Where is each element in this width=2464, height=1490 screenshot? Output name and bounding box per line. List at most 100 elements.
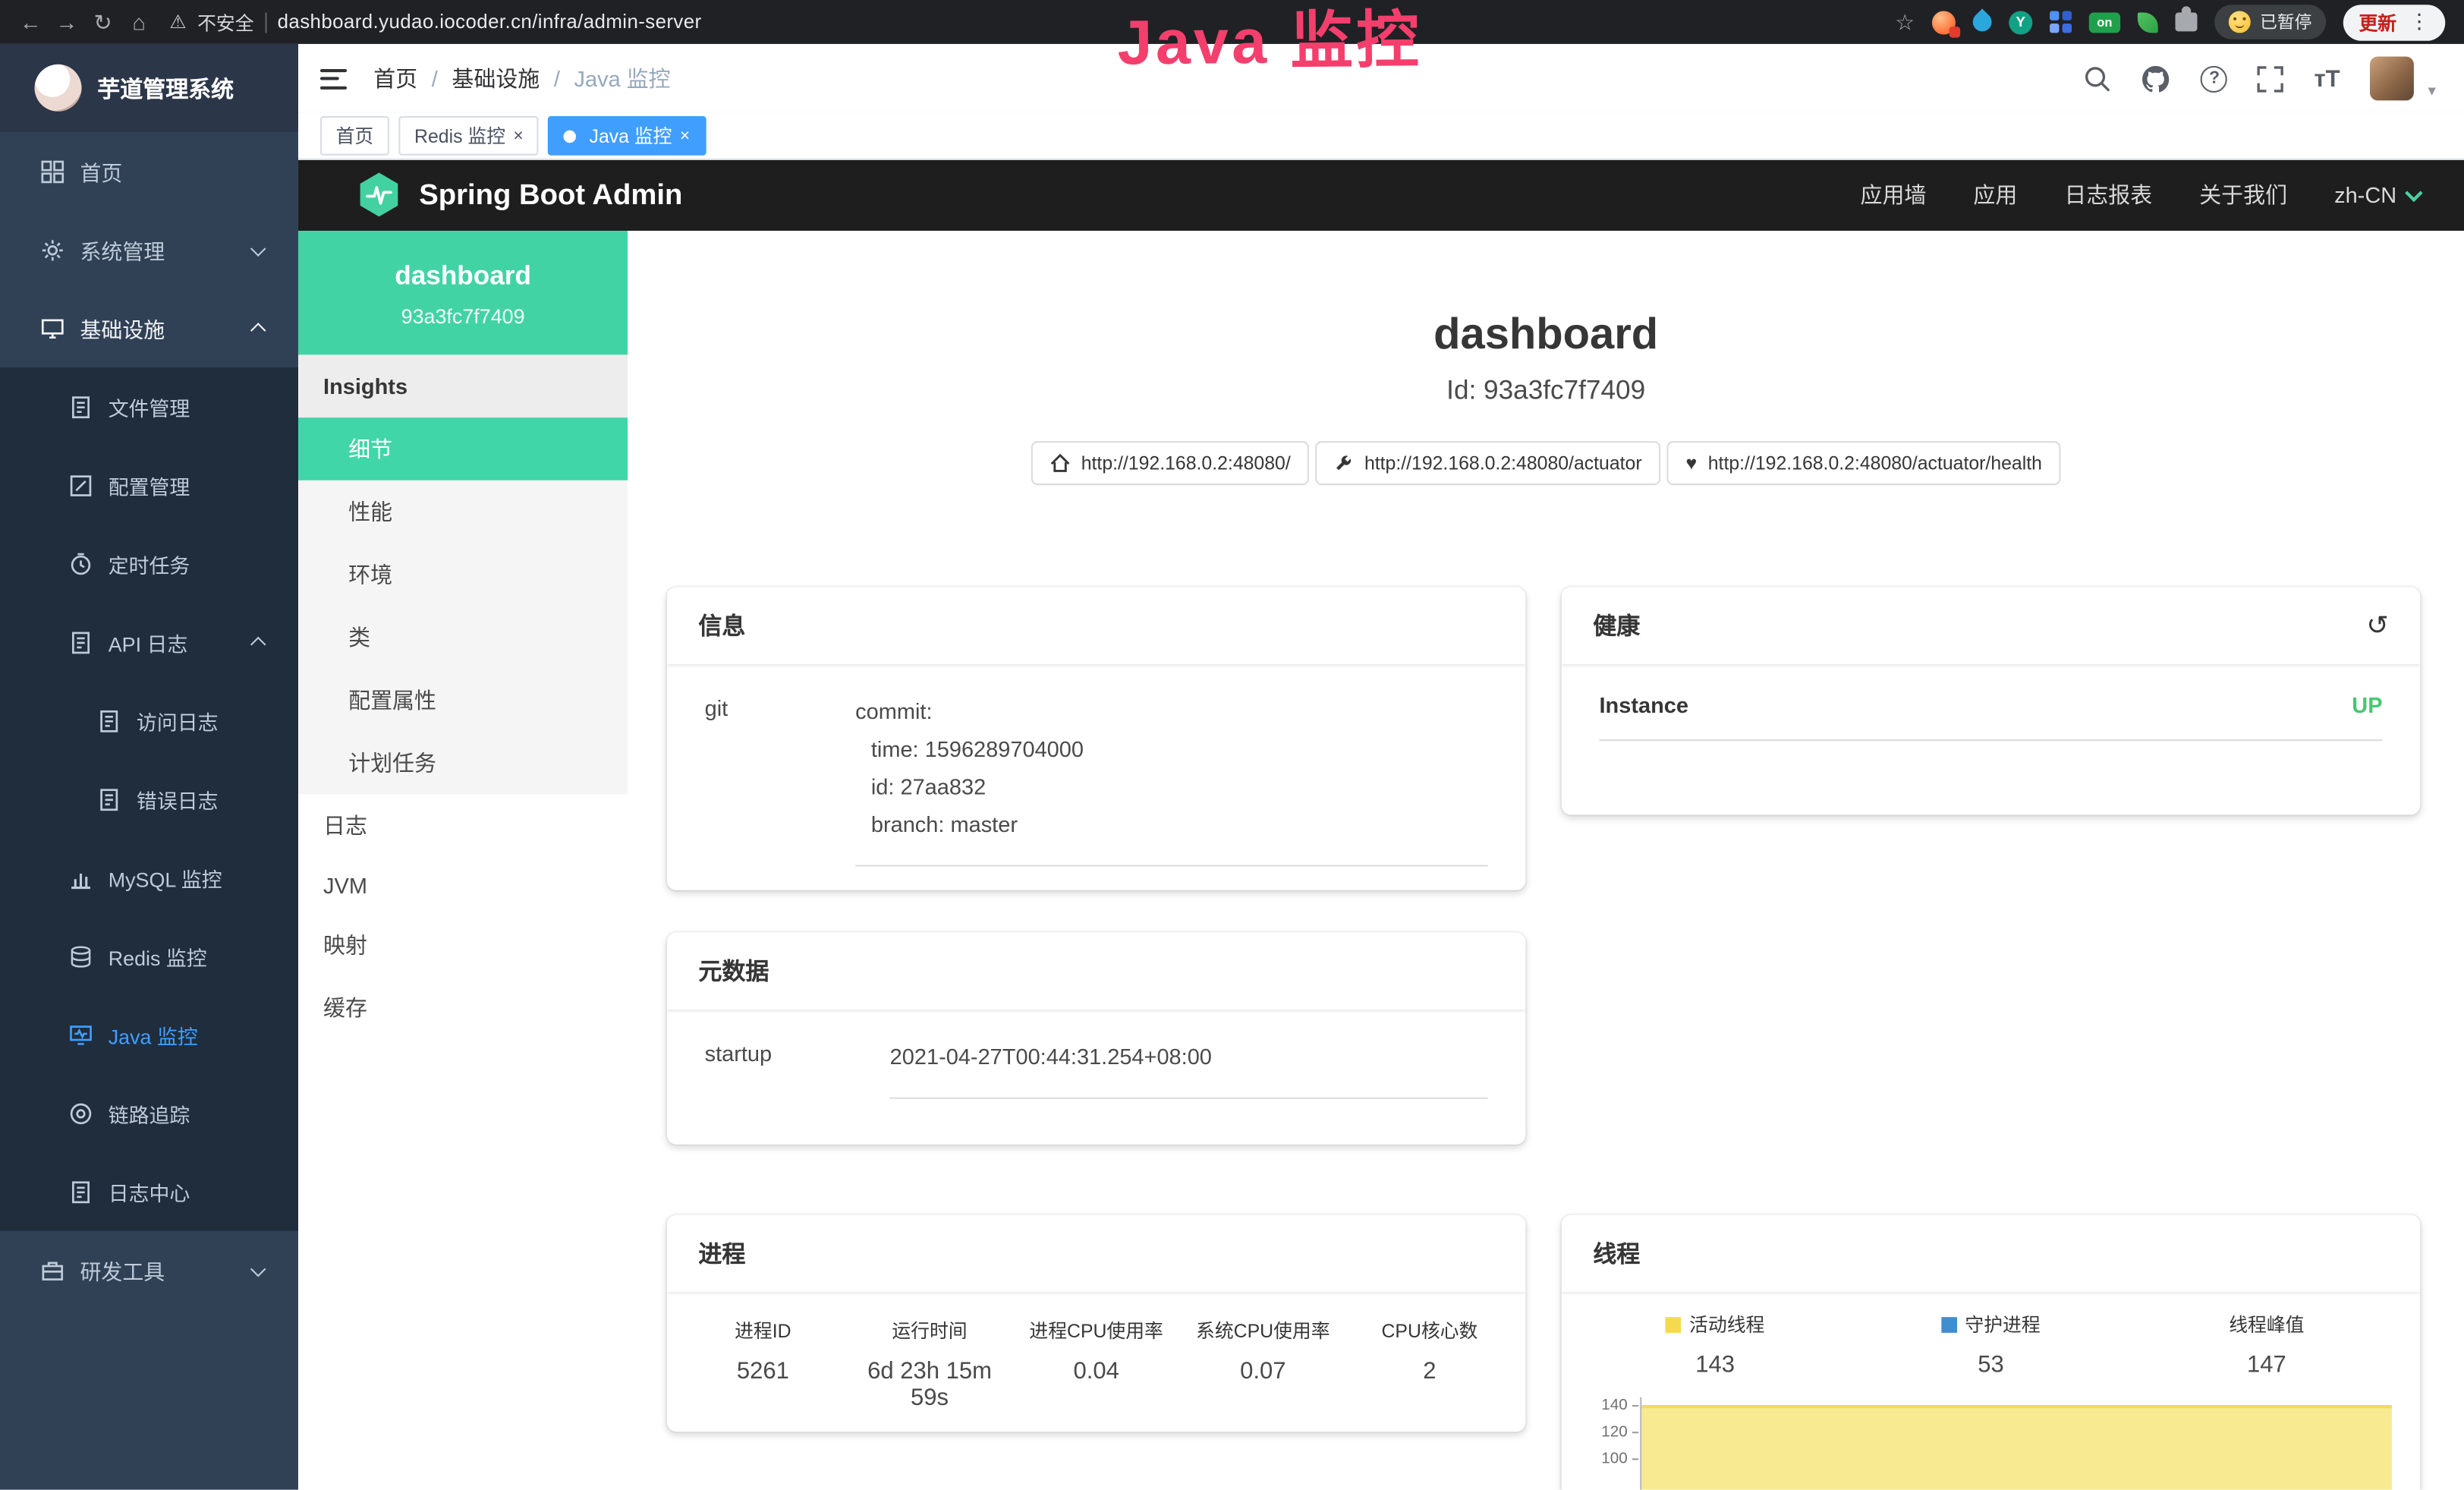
sba-nav-journal[interactable]: 日志报表 [2064,179,2152,210]
sba-nav-wallboard[interactable]: 应用墙 [1860,179,1926,210]
sidebar-item-label: 访问日志 [137,706,219,736]
home-icon [1049,454,1070,473]
browser-menu-icon[interactable]: ⋮ [2409,9,2430,34]
metadata-value: 2021-04-27T00:44:31.254+08:00 [890,1038,1488,1099]
sba-item-mappings[interactable]: 映射 [298,914,628,977]
sidebar-item-label: 日志中心 [109,1177,190,1206]
sba-nav-applications[interactable]: 应用 [1973,179,2017,210]
sidebar-item-label: 文件管理 [109,392,190,421]
sba-item-jvm[interactable]: JVM [298,857,628,913]
main-area: 首页 / 基础设施 / Java 监控 ? тT ▾ [298,44,2464,1490]
reload-icon[interactable]: ↻ [85,8,121,35]
github-icon[interactable] [2141,65,2171,93]
database-icon [69,944,93,968]
drop-extension-icon[interactable] [1969,8,1996,35]
back-icon[interactable]: ← [13,9,49,34]
app-logo[interactable]: 芋道管理系统 [0,44,298,132]
history-icon[interactable]: ↺ [2366,610,2388,641]
info-value: commit: time: 1596289704000 id: 27aa832 … [855,692,1487,867]
service-url-link[interactable]: http://192.168.0.2:48080/ [1031,441,1310,485]
tab-java-monitor[interactable]: Java 监控 × [549,116,706,156]
gear-icon [41,238,65,261]
breadcrumb-infrastructure[interactable]: 基础设施 [452,63,540,94]
sidebar-item-label: 首页 [80,156,122,187]
url-text[interactable]: dashboard.yudao.iocoder.cn/infra/admin-s… [278,11,702,33]
y-extension-icon[interactable]: Y [2009,10,2032,33]
sba-item-config-props[interactable]: 配置属性 [298,669,628,732]
wrench-icon [1335,454,1354,473]
threads-card: 线程 活动线程 143 [1562,1215,2420,1490]
tab-home[interactable]: 首页 [320,116,389,156]
card-title: 进程 [698,1237,745,1270]
sba-locale-select[interactable]: zh-CN [2334,182,2420,207]
sidebar-item-mysql-monitor[interactable]: MySQL 监控 [0,838,298,916]
sba-item-logs[interactable]: 日志 [298,795,628,858]
warning-icon: ⚠ [169,11,186,33]
sidebar-item-trace[interactable]: 链路追踪 [0,1074,298,1152]
update-label: 更新 [2359,8,2396,35]
home-icon[interactable]: ⌂ [121,9,157,34]
sba-item-details[interactable]: 细节 [298,417,628,480]
sba-item-environment[interactable]: 环境 [298,543,628,606]
sidebar-item-system-management[interactable]: 系统管理 [0,210,298,288]
leaf-extension-icon[interactable] [2138,12,2158,33]
sidebar-item-redis-monitor[interactable]: Redis 监控 [0,917,298,995]
health-instance-row[interactable]: Instance UP [1599,692,2382,741]
actuator-url-link[interactable]: http://192.168.0.2:48080/actuator [1316,441,1661,485]
breadcrumb-home[interactable]: 首页 [373,63,417,94]
grid-extension-icon[interactable] [2050,11,2072,33]
threads-chart: 140 120 100 [1578,1397,2405,1490]
sidebar-item-infrastructure[interactable]: 基础设施 [0,289,298,367]
card-title: 元数据 [698,954,769,987]
legend-live-threads: 活动线程 143 [1578,1311,1853,1378]
puzzle-extensions-icon[interactable] [2175,13,2197,32]
sidebar-item-home[interactable]: 首页 [0,132,298,210]
sidebar-item-scheduled-tasks[interactable]: 定时任务 [0,524,298,603]
close-icon[interactable]: × [680,126,690,145]
edit-icon [69,474,93,497]
help-icon[interactable]: ? [2201,65,2228,92]
sba-item-metrics[interactable]: 性能 [298,480,628,543]
user-avatar[interactable] [2370,56,2414,100]
sidebar-item-label: 系统管理 [80,234,165,265]
close-icon[interactable]: × [513,126,523,145]
sba-item-caches[interactable]: 缓存 [298,976,628,1039]
sidebar-item-config-management[interactable]: 配置管理 [0,446,298,524]
sidebar-item-java-monitor[interactable]: Java 监控 [0,995,298,1073]
tab-redis-monitor[interactable]: Redis 监控 × [398,116,539,156]
fullscreen-icon[interactable] [2258,65,2284,92]
tab-label: Redis 监控 [414,122,505,149]
address-bar[interactable]: ⚠ 不安全 dashboard.yudao.iocoder.cn/infra/a… [169,8,701,35]
sidebar-item-dev-tools[interactable]: 研发工具 [0,1230,298,1309]
sba-brand-title[interactable]: Spring Boot Admin [419,178,682,213]
chrome-update-button[interactable]: 更新 ⋮ [2343,4,2445,40]
file-icon [69,395,93,418]
sba-item-classes[interactable]: 类 [298,606,628,669]
bookmark-star-icon[interactable]: ☆ [1895,8,1915,35]
sidebar-item-error-logs[interactable]: 错误日志 [0,760,298,838]
metadata-row: startup 2021-04-27T00:44:31.254+08:00 [705,1038,1488,1099]
threads-legend: 活动线程 143 守护进程 53 [1578,1311,2405,1378]
sba-item-scheduled[interactable]: 计划任务 [298,732,628,795]
sidebar-item-api-logs[interactable]: API 日志 [0,603,298,681]
fox-extension-icon[interactable] [1932,10,1956,33]
on-badge-extension-icon[interactable]: on [2089,12,2120,33]
legend-peak-threads: 线程峰值 147 [2129,1311,2404,1378]
chevron-up-icon [250,322,266,337]
health-url-link[interactable]: ♥ http://192.168.0.2:48080/actuator/heal… [1667,441,2061,485]
security-label[interactable]: 不安全 [197,8,253,35]
page-title: dashboard [628,309,2464,359]
forward-icon[interactable]: → [49,9,85,34]
sba-section-insights: Insights [298,354,628,417]
sidebar-item-label: 链路追踪 [109,1098,190,1128]
link-label: http://192.168.0.2:48080/actuator [1364,452,1642,474]
sba-nav-about[interactable]: 关于我们 [2199,179,2287,210]
search-icon[interactable] [2083,65,2111,93]
profile-paused-badge[interactable]: 已暂停 [2214,5,2326,39]
sidebar-item-file-management[interactable]: 文件管理 [0,367,298,446]
sidebar-item-access-logs[interactable]: 访问日志 [0,682,298,760]
font-size-icon[interactable]: тT [2314,65,2340,92]
sidebar-item-log-center[interactable]: 日志中心 [0,1152,298,1230]
sba-instance-header[interactable]: dashboard 93a3fc7f7409 [298,231,628,354]
hamburger-icon[interactable] [320,68,347,89]
